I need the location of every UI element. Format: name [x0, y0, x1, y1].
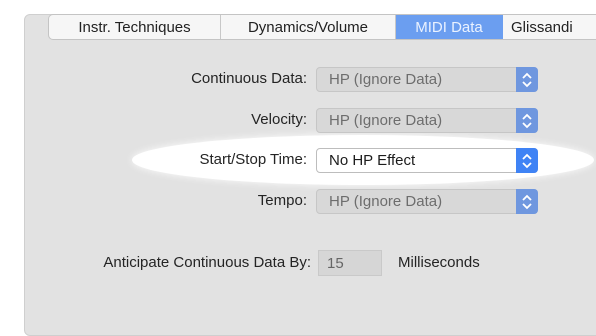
continuous-data-label: Continuous Data: [191, 70, 307, 87]
up-down-stepper-icon [516, 67, 538, 92]
tab-instr-techniques[interactable]: Instr. Techniques [49, 15, 221, 39]
tempo-label: Tempo: [257, 192, 307, 209]
tab-bar: Instr. Techniques Dynamics/Volume MIDI D… [48, 14, 596, 40]
milliseconds-unit-label: Milliseconds [398, 254, 480, 271]
anticipate-ms-field[interactable]: 15 [318, 250, 382, 276]
tab-glissandi[interactable]: Glissandi [503, 15, 596, 39]
up-down-stepper-icon [516, 108, 538, 133]
velocity-value: HP (Ignore Data) [329, 112, 443, 129]
continuous-data-popup[interactable]: HP (Ignore Data) [316, 67, 538, 92]
start-stop-time-popup[interactable]: No HP Effect [316, 148, 538, 173]
tab-midi-data[interactable]: MIDI Data [396, 15, 503, 39]
tempo-popup[interactable]: HP (Ignore Data) [316, 189, 538, 214]
start-stop-time-value: No HP Effect [329, 152, 416, 169]
start-stop-time-label: Start/Stop Time: [199, 151, 307, 168]
tempo-value: HP (Ignore Data) [329, 193, 443, 210]
velocity-label: Velocity: [251, 111, 307, 128]
up-down-stepper-icon [516, 189, 538, 214]
continuous-data-value: HP (Ignore Data) [329, 71, 443, 88]
up-down-stepper-icon [516, 148, 538, 173]
velocity-popup[interactable]: HP (Ignore Data) [316, 108, 538, 133]
tab-dynamics-volume[interactable]: Dynamics/Volume [221, 15, 396, 39]
anticipate-label: Anticipate Continuous Data By: [103, 254, 311, 271]
